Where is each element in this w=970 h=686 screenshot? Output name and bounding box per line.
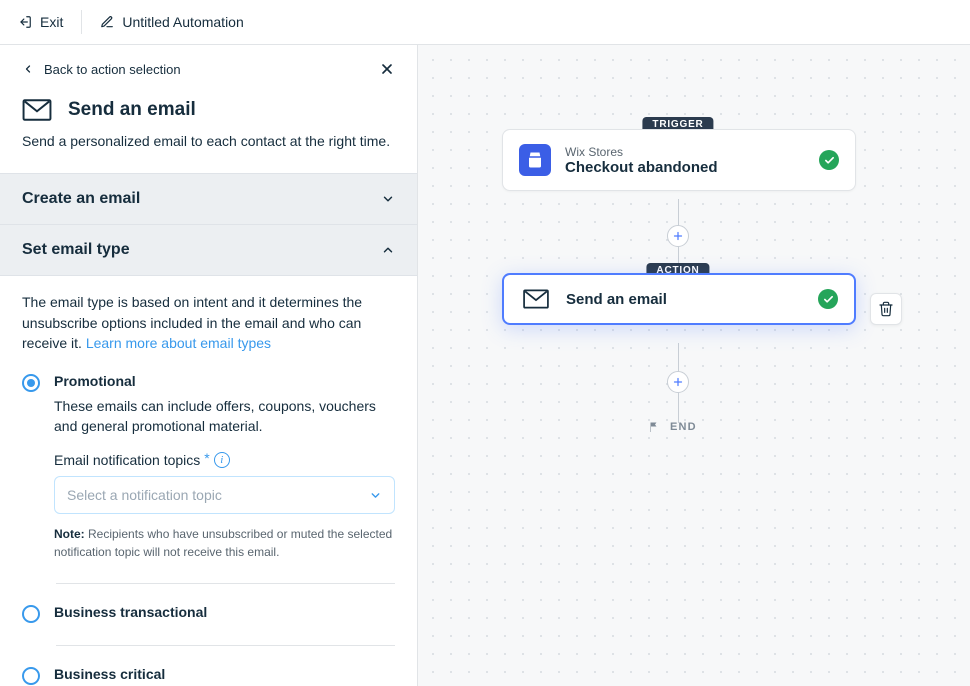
- section-email-type-title: Set email type: [22, 241, 130, 259]
- radio-business-transactional-input[interactable]: [22, 604, 40, 623]
- action-node[interactable]: Send an email: [502, 273, 856, 325]
- chevron-down-icon: [369, 489, 382, 502]
- trigger-title: Checkout abandoned: [565, 159, 805, 176]
- chevron-left-icon: [22, 63, 34, 75]
- info-icon[interactable]: i: [214, 452, 230, 468]
- add-step-button[interactable]: [667, 371, 689, 393]
- radio-promotional-desc: These emails can include offers, coupons…: [54, 397, 395, 436]
- radio-business-transactional-label: Business transactional: [54, 604, 207, 623]
- exit-button[interactable]: Exit: [18, 10, 82, 34]
- connector-line: [678, 393, 679, 423]
- chevron-down-icon: [381, 192, 395, 206]
- section-create-email[interactable]: Create an email: [0, 173, 417, 224]
- section-email-type-body: The email type is based on intent and it…: [0, 276, 417, 686]
- radio-business-transactional: Business transactional: [22, 600, 395, 627]
- required-indicator: *: [204, 450, 209, 466]
- section-email-type[interactable]: Set email type: [0, 224, 417, 276]
- trigger-node[interactable]: Wix Stores Checkout abandoned: [502, 129, 856, 191]
- automation-title: Untitled Automation: [122, 14, 243, 30]
- exit-label: Exit: [40, 14, 63, 30]
- radio-business-critical-label: Business critical: [54, 666, 165, 685]
- automation-canvas[interactable]: TRIGGER Wix Stores Checkout abandoned: [418, 45, 970, 686]
- back-button[interactable]: Back to action selection: [22, 62, 181, 77]
- radio-promotional-input[interactable]: [22, 373, 40, 561]
- back-label: Back to action selection: [44, 62, 181, 77]
- trigger-source: Wix Stores: [565, 145, 805, 159]
- email-type-description: The email type is based on intent and it…: [22, 292, 395, 353]
- wix-stores-icon: [519, 144, 551, 176]
- close-button[interactable]: [379, 61, 395, 77]
- radio-business-critical-input[interactable]: [22, 666, 40, 685]
- radio-promotional-label: Promotional: [54, 373, 395, 389]
- top-bar: Exit Untitled Automation: [0, 0, 970, 45]
- learn-more-link[interactable]: Learn more about email types: [86, 335, 271, 351]
- check-icon: [818, 289, 838, 309]
- radio-promotional: Promotional These emails can include off…: [22, 369, 395, 565]
- action-description: Send a personalized email to each contac…: [22, 131, 395, 151]
- topic-note: Note: Recipients who have unsubscribed o…: [54, 526, 395, 561]
- mail-icon: [520, 289, 552, 309]
- end-label: END: [670, 421, 697, 433]
- exit-icon: [18, 15, 32, 29]
- radio-business-critical: Business critical: [22, 662, 395, 686]
- automation-title-button[interactable]: Untitled Automation: [100, 14, 243, 30]
- end-marker: END: [648, 421, 697, 433]
- action-node-title: Send an email: [566, 291, 804, 308]
- config-sidebar: Back to action selection Send an email S…: [0, 45, 418, 686]
- action-title: Send an email: [68, 99, 196, 121]
- check-icon: [819, 150, 839, 170]
- pencil-icon: [100, 15, 114, 29]
- flag-icon: [648, 421, 660, 433]
- separator: [56, 645, 395, 646]
- chevron-up-icon: [381, 243, 395, 257]
- section-create-email-title: Create an email: [22, 190, 140, 208]
- mail-icon: [22, 99, 52, 121]
- separator: [56, 583, 395, 584]
- add-step-button[interactable]: [667, 225, 689, 247]
- topic-label: Email notification topics * i: [54, 452, 395, 468]
- topic-select[interactable]: Select a notification topic: [54, 476, 395, 514]
- delete-step-button[interactable]: [870, 293, 902, 325]
- topic-select-placeholder: Select a notification topic: [67, 487, 222, 503]
